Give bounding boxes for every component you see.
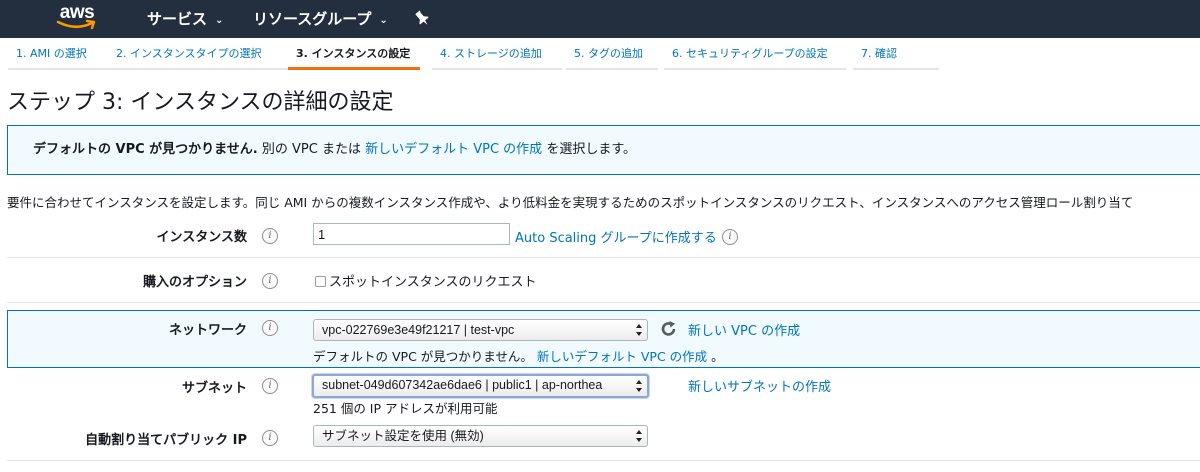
info-icon[interactable]: i: [262, 320, 278, 336]
network-select[interactable]: vpc-022769e3e49f21217 | test-vpc: [313, 319, 648, 341]
divider: [7, 257, 1200, 258]
info-icon[interactable]: i: [262, 430, 278, 446]
no-default-vpc-alert: デフォルトの VPC が見つかりません. 別の VPC または 新しいデフォルト…: [7, 125, 1200, 175]
tab-review[interactable]: 7. 確認: [853, 40, 939, 70]
tab-configure-instance[interactable]: 3. インスタンスの設定: [288, 40, 420, 70]
alert-text: 別の VPC または: [261, 142, 361, 157]
no-default-vpc-warning: デフォルトの VPC が見つかりません。 新しいデフォルト VPC の作成 。: [313, 346, 724, 365]
aws-smile-icon: [56, 19, 96, 30]
create-new-vpc-link[interactable]: 新しい VPC の作成: [688, 320, 800, 339]
alert-bold-text: デフォルトの VPC が見つかりません.: [33, 142, 258, 157]
select-arrows-icon: [636, 430, 642, 442]
top-nav: aws サービス ⌄ リソースグループ ⌄: [0, 0, 1200, 38]
alert-text-end: を選択します。: [546, 142, 637, 157]
warning-text: デフォルトの VPC が見つかりません。: [313, 349, 533, 364]
public-ip-select-value: サブネット設定を使用 (無効): [322, 429, 484, 443]
page-title: ステップ 3: インスタンスの詳細の設定: [7, 90, 394, 115]
spot-request-option[interactable]: スポットインスタンスのリクエスト: [315, 271, 536, 290]
divider: [7, 460, 1200, 461]
public-ip-select[interactable]: サブネット設定を使用 (無効): [313, 425, 648, 447]
public-ip-label: 自動割り当てパブリック IP: [85, 433, 247, 448]
network-label: ネットワーク: [168, 323, 247, 338]
services-label: サービス: [147, 10, 208, 28]
tab-add-storage[interactable]: 4. ストレージの追加: [432, 40, 562, 70]
resource-groups-label: リソースグループ: [253, 10, 372, 28]
info-icon[interactable]: i: [262, 378, 278, 394]
tab-choose-instance-type[interactable]: 2. インスタンスタイプの選択: [108, 40, 288, 70]
services-menu[interactable]: サービス ⌄: [147, 0, 223, 38]
info-icon[interactable]: i: [262, 273, 278, 289]
instance-count-input[interactable]: [313, 223, 510, 245]
spot-request-label: スポットインスタンスのリクエスト: [329, 275, 537, 290]
info-icon[interactable]: i: [262, 228, 278, 244]
divider: [7, 302, 1200, 303]
tab-add-tags[interactable]: 5. タグの追加: [566, 40, 658, 70]
tab-choose-ami[interactable]: 1. AMI の選択: [8, 40, 108, 70]
purchase-option-label: 購入のオプション: [142, 275, 247, 290]
refresh-icon[interactable]: [660, 320, 678, 338]
subnet-select-value: subnet-049d607342ae6dae6 | public1 | ap-…: [322, 378, 603, 392]
create-new-subnet-link[interactable]: 新しいサブネットの作成: [688, 376, 831, 395]
network-select-value: vpc-022769e3e49f21217 | test-vpc: [322, 323, 515, 337]
pin-icon[interactable]: [414, 10, 430, 28]
available-ip-count: 251 個の IP アドレスが利用可能: [313, 401, 498, 416]
subnet-select[interactable]: subnet-049d607342ae6dae6 | public1 | ap-…: [312, 374, 649, 398]
select-arrows-icon: [636, 380, 642, 392]
create-default-vpc-link[interactable]: 新しいデフォルト VPC の作成: [537, 349, 707, 364]
page-description: 要件に合わせてインスタンスを設定します。同じ AMI からの複数インスタンス作成…: [7, 195, 1134, 210]
info-icon[interactable]: i: [722, 229, 738, 245]
chevron-down-icon: ⌄: [379, 15, 388, 26]
chevron-down-icon: ⌄: [215, 15, 224, 26]
create-default-vpc-link[interactable]: 新しいデフォルト VPC の作成: [365, 142, 542, 157]
select-arrows-icon: [636, 324, 642, 336]
resource-groups-menu[interactable]: リソースグループ ⌄: [253, 0, 388, 38]
subnet-label: サブネット: [181, 381, 247, 396]
aws-logo[interactable]: aws: [54, 3, 100, 35]
warning-end: 。: [711, 349, 724, 364]
autoscaling-group-link[interactable]: Auto Scaling グループに作成する: [515, 227, 717, 246]
instance-count-label: インスタンス数: [156, 230, 247, 245]
tab-configure-security-group[interactable]: 6. セキュリティグループの設定: [664, 40, 846, 70]
spot-request-checkbox[interactable]: [315, 276, 326, 287]
